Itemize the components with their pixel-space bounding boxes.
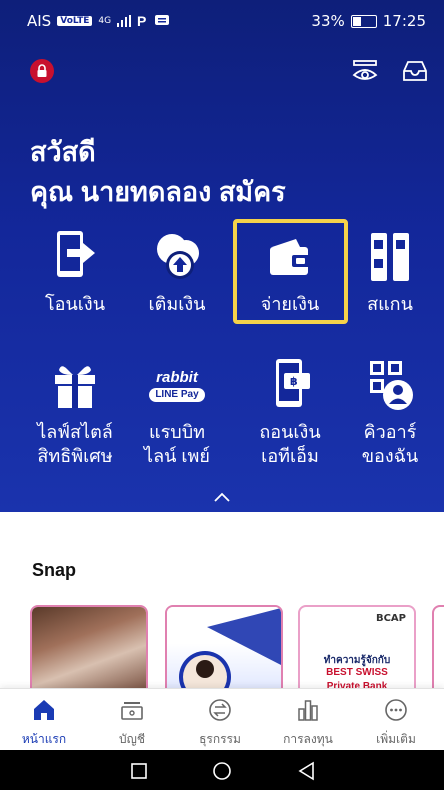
action-rabbit-linepay[interactable]: rabbit LINE Pay แรบบิท ไลน์ เพย์ [122, 356, 232, 468]
bcap-logo: BCAP [375, 613, 406, 624]
volte-badge: VoLTE [57, 16, 93, 26]
message-icon [155, 15, 170, 25]
action-label: ไลฟ์สไตล์ [37, 422, 113, 442]
home-icon [34, 700, 54, 720]
signal-icon [117, 15, 132, 27]
account-icon [121, 702, 143, 720]
promo-graphic [179, 608, 281, 698]
action-label: แรบบิท [149, 422, 205, 442]
transfer-icon [57, 231, 95, 277]
inbox-icon[interactable] [400, 56, 430, 86]
wallet-icon [270, 239, 310, 275]
tab-label: การลงทุน [283, 732, 333, 746]
battery-percent: 33% [311, 12, 345, 30]
snap-card-1[interactable] [30, 605, 148, 700]
linepay-logo-text: LINE Pay [149, 388, 205, 402]
rabbit-linepay-icon: rabbit LINE Pay [147, 356, 207, 416]
snap-card-4[interactable] [432, 605, 444, 700]
action-pay[interactable]: จ่ายเงิน [235, 228, 345, 316]
invest-icon [298, 700, 318, 721]
snap-card-3[interactable]: BCAP ทำความรู้จักกับ BEST SWISS Private … [298, 605, 416, 700]
home-button-icon[interactable] [211, 760, 233, 782]
tab-label: ธุรกรรม [199, 732, 241, 746]
action-atm[interactable]: ฿ ถอนเงิน เอทีเอ็ม [235, 356, 345, 468]
action-transfer[interactable]: โอนเงิน [20, 228, 130, 316]
tab-label: หน้าแรก [21, 732, 67, 746]
more-icon [385, 699, 407, 721]
tab-home[interactable]: หน้าแรก [0, 697, 88, 749]
network-type: 4G [98, 16, 112, 26]
tab-label: บัญชี [119, 732, 145, 746]
recent-apps-icon[interactable] [128, 760, 150, 782]
action-label-2: เอทีเอ็ม [261, 446, 319, 466]
svg-text:฿: ฿ [290, 375, 298, 388]
tab-label: เพิ่มเติม [376, 732, 416, 746]
snap-heading: Snap [32, 560, 77, 580]
carrier-label: AIS [27, 12, 52, 30]
system-nav-bar [0, 750, 444, 790]
action-label-2: สิทธิพิเศษ [37, 446, 113, 466]
battery-icon [350, 14, 377, 28]
card-text-2: BEST SWISS [326, 667, 388, 678]
action-lifestyle[interactable]: ไลฟ์สไตล์ สิทธิพิเศษ [20, 356, 130, 468]
transaction-icon [209, 699, 231, 721]
rabbit-logo-text: rabbit [156, 369, 198, 386]
hide-balance-eye-icon[interactable] [350, 56, 380, 86]
greeting-name: คุณ นายทดลอง สมัคร [30, 177, 286, 207]
snap-card-2[interactable] [165, 605, 283, 700]
action-my-qr[interactable]: คิวอาร์ ของฉัน [335, 356, 444, 468]
action-label-2: ของฉัน [361, 446, 419, 466]
action-label: เติมเงิน [148, 294, 206, 314]
clock: 17:25 [382, 12, 426, 30]
greeting-line1: สวัสดี [30, 137, 96, 167]
tab-invest[interactable]: การลงทุน [264, 697, 352, 749]
atm-withdraw-icon: ฿ [276, 359, 310, 407]
card-text-1: ทำความรู้จักกับ [323, 655, 391, 666]
status-bar: AIS VoLTE 4G P 33% 17:25 [0, 0, 444, 44]
action-label: จ่ายเงิน [260, 294, 320, 314]
my-qr-icon [370, 361, 413, 410]
back-icon[interactable] [296, 760, 318, 782]
topup-icon [157, 234, 199, 279]
gift-icon [55, 366, 95, 408]
food-image [32, 607, 146, 698]
bottom-tab-bar: หน้าแรก บัญชี ธุรกรรม การลงทุน เพิ่มเติม [0, 688, 444, 751]
tab-account[interactable]: บัญชี [88, 697, 176, 749]
scan-icon [371, 233, 409, 281]
chevron-up-icon[interactable] [212, 490, 232, 504]
lock-icon[interactable] [30, 59, 54, 83]
action-label: คิวอาร์ [363, 422, 417, 442]
action-label: ถอนเงิน [259, 422, 321, 442]
action-label-2: ไลน์ เพย์ [144, 446, 210, 466]
action-scan[interactable]: สแกน [335, 228, 444, 316]
tab-transaction[interactable]: ธุรกรรม [176, 697, 264, 749]
tab-more[interactable]: เพิ่มเติม [352, 697, 440, 749]
action-label: สแกน [367, 294, 413, 314]
svg-text:P: P [137, 14, 146, 28]
action-topup[interactable]: เติมเงิน [122, 228, 232, 316]
parking-icon: P [137, 14, 146, 28]
action-label: โอนเงิน [44, 294, 106, 314]
